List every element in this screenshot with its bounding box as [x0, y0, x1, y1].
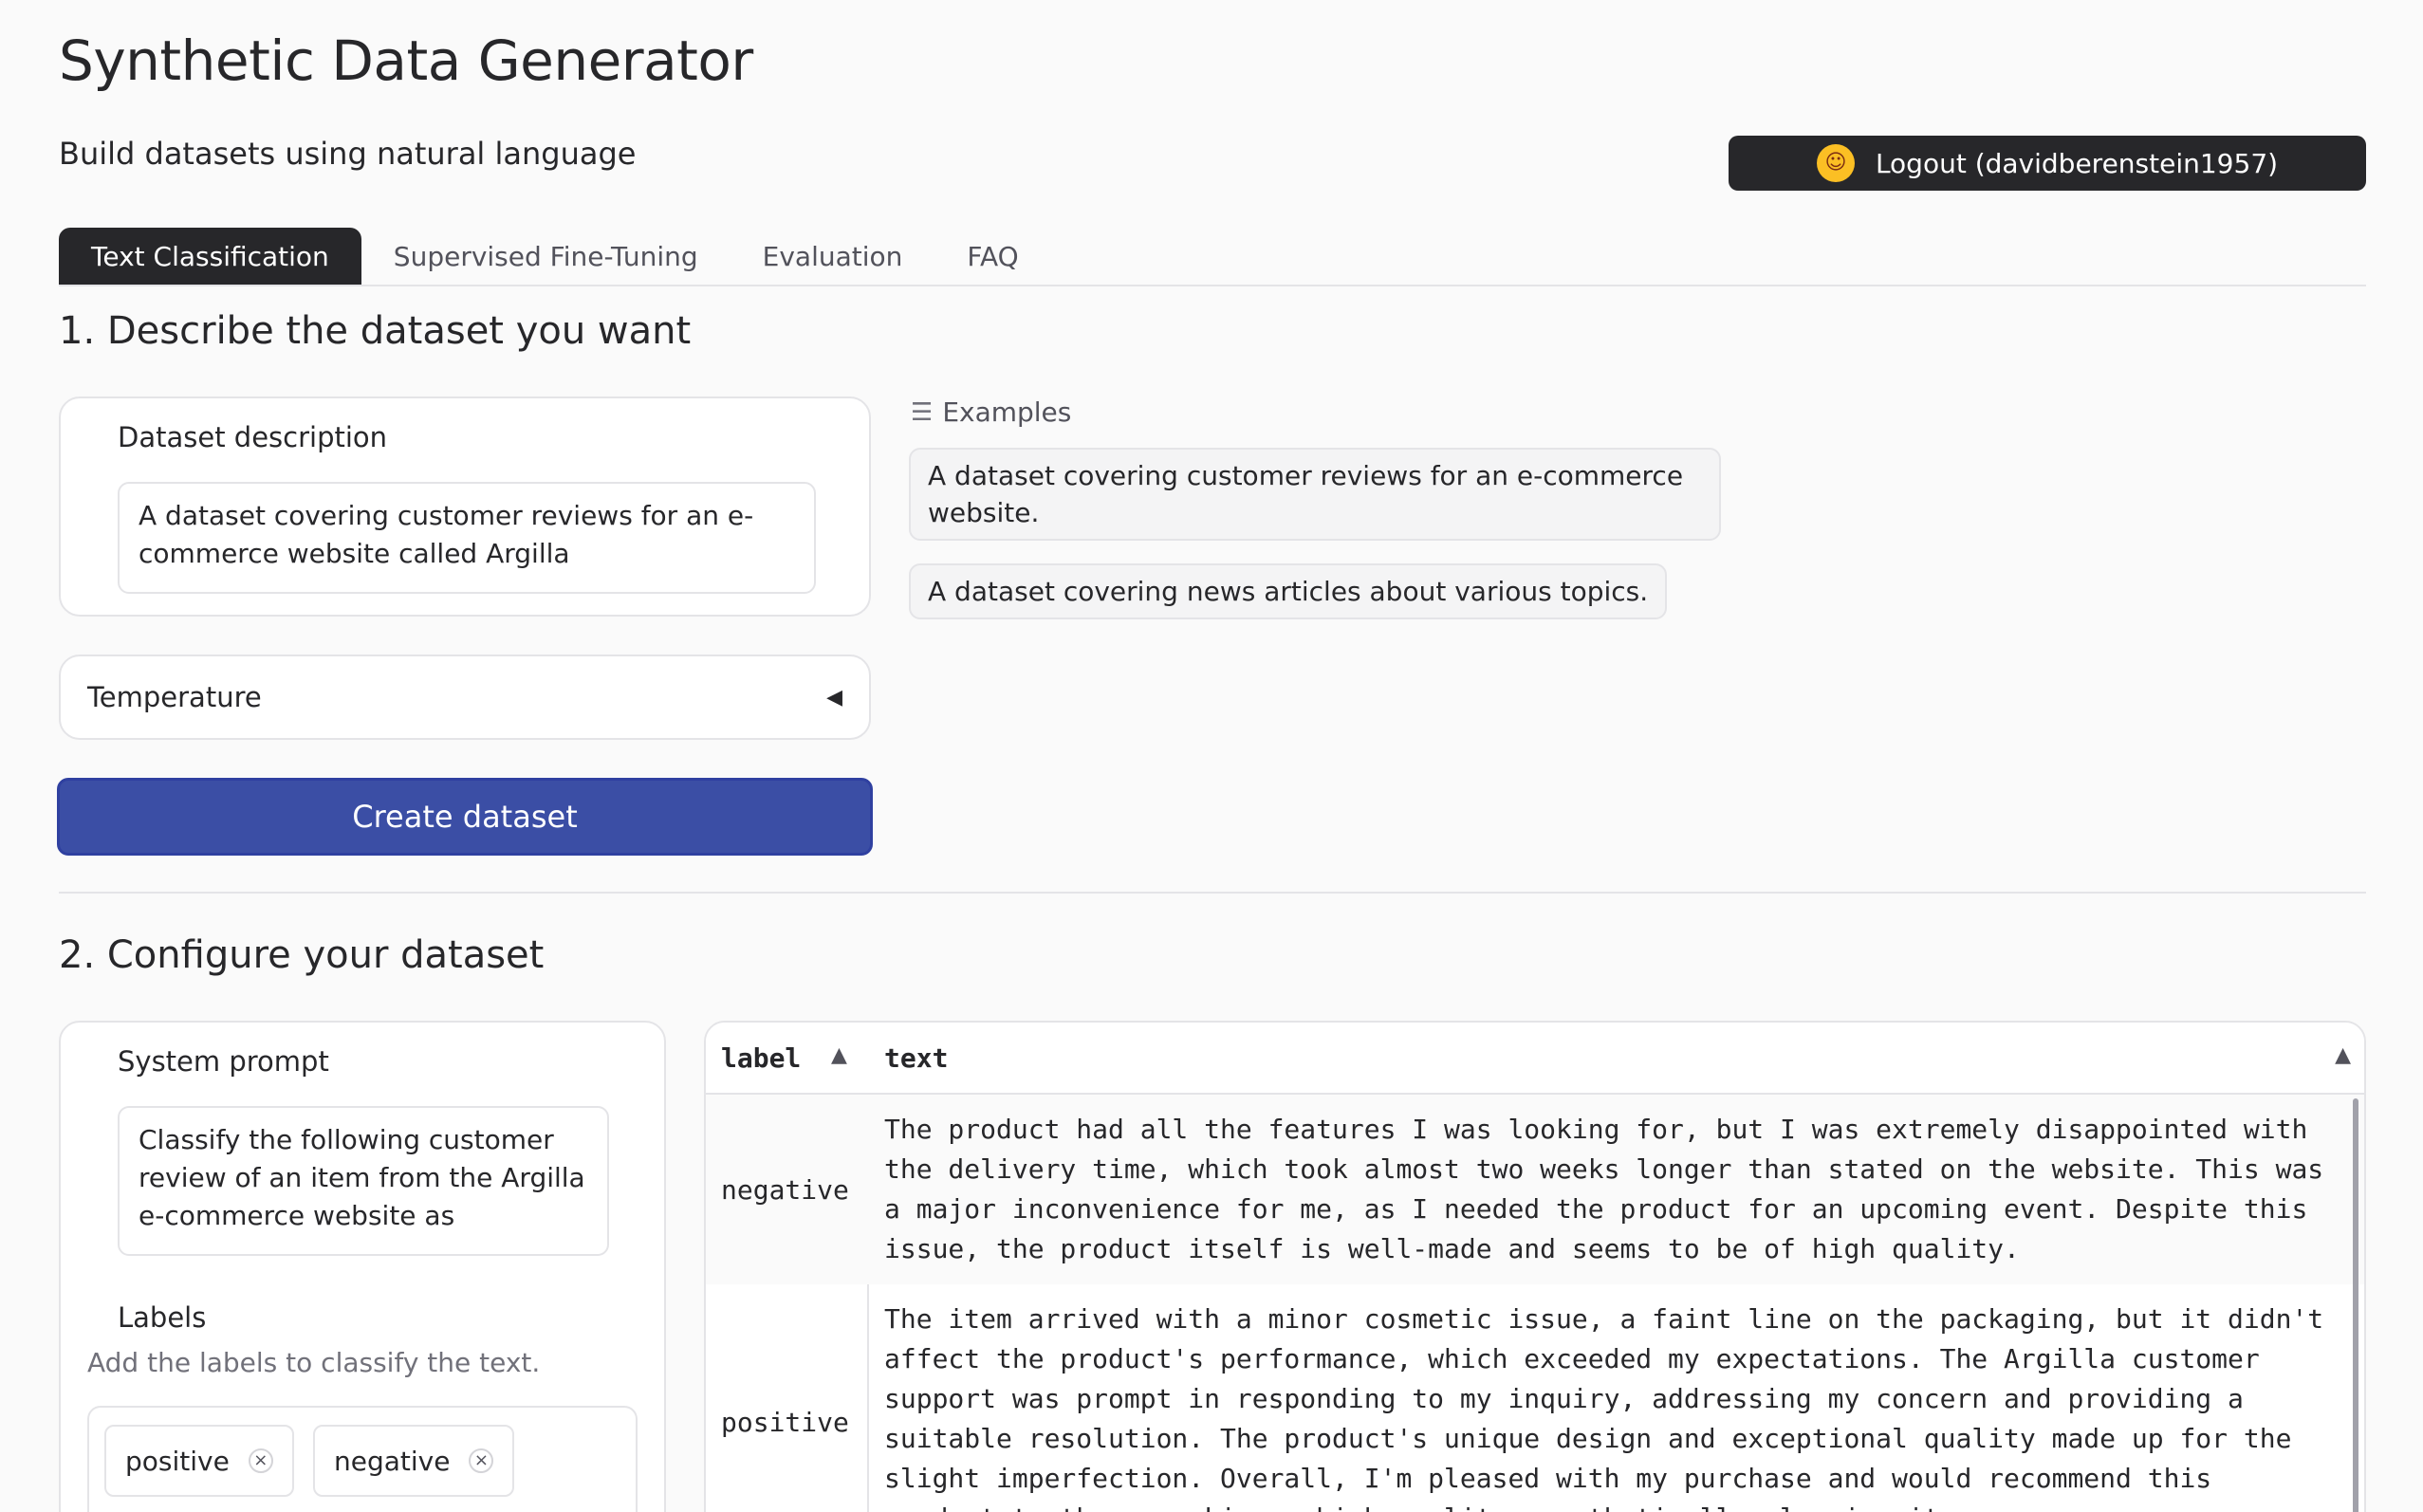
logout-label: Logout (davidberenstein1957) — [1875, 147, 2279, 179]
page-subtitle: Build datasets using natural language — [59, 136, 637, 172]
page-title: Synthetic Data Generator — [59, 28, 753, 93]
example-item[interactable]: A dataset covering news articles about v… — [909, 563, 1668, 619]
section-2-heading: 2. Configure your dataset — [59, 933, 545, 977]
label-chip-text: positive — [125, 1445, 230, 1477]
dataset-preview-table: label ▲ text ▲ negative The product had … — [704, 1021, 2366, 1512]
system-prompt-input[interactable]: Classify the following customer review o… — [118, 1106, 609, 1256]
remove-icon[interactable]: × — [469, 1448, 494, 1473]
dataset-description-label: Dataset description — [118, 421, 388, 453]
example-item[interactable]: A dataset covering customer reviews for … — [909, 448, 1721, 541]
app-page: Synthetic Data Generator Build datasets … — [0, 0, 2423, 1512]
labels-input[interactable]: positive × negative × — [87, 1406, 638, 1512]
column-header-text[interactable]: text — [869, 1023, 2292, 1093]
labels-label: Labels — [118, 1301, 207, 1334]
label-cell: positive — [721, 1406, 849, 1438]
examples-label: Examples — [942, 396, 1072, 428]
table-row[interactable]: negative The product had all the feature… — [706, 1095, 2364, 1284]
logout-button[interactable]: ☺ Logout (davidberenstein1957) — [1729, 136, 2366, 191]
table-scrollbar[interactable] — [2353, 1098, 2358, 1512]
tab-supervised-fine-tuning[interactable]: Supervised Fine-Tuning — [361, 228, 731, 285]
create-dataset-button[interactable]: Create dataset — [57, 778, 873, 856]
temperature-label: Temperature — [87, 681, 262, 713]
caret-left-icon: ◀ — [826, 685, 842, 710]
sort-icon[interactable]: ▲ — [831, 1043, 847, 1067]
list-icon: ☰ — [911, 397, 934, 427]
label-chip: negative × — [313, 1425, 515, 1497]
section-divider — [59, 892, 2366, 894]
tab-text-classification[interactable]: Text Classification — [59, 228, 361, 285]
label-chip-text: negative — [334, 1445, 451, 1477]
hugging-face-icon: ☺ — [1816, 144, 1855, 182]
section-1-heading: 1. Describe the dataset you want — [59, 309, 692, 353]
dataset-description-card: Dataset description A dataset covering c… — [59, 396, 871, 617]
tab-evaluation[interactable]: Evaluation — [731, 228, 935, 285]
label-chip: positive × — [104, 1425, 294, 1497]
tab-faq[interactable]: FAQ — [934, 228, 1050, 285]
label-cell: negative — [721, 1173, 849, 1206]
temperature-accordion[interactable]: Temperature ◀ — [59, 655, 871, 740]
tab-bar: Text Classification Supervised Fine-Tuni… — [59, 228, 2366, 286]
system-prompt-label: System prompt — [118, 1045, 329, 1078]
remove-icon[interactable]: × — [248, 1448, 273, 1473]
dataset-description-input[interactable]: A dataset covering customer reviews for … — [118, 482, 816, 594]
table-row[interactable]: positive The item arrived with a minor c… — [706, 1284, 2364, 1512]
labels-helper: Add the labels to classify the text. — [87, 1347, 541, 1378]
table-header: label ▲ text ▲ — [706, 1023, 2364, 1095]
examples-header: ☰ Examples — [911, 396, 1071, 428]
text-cell: The item arrived with a minor cosmetic i… — [884, 1303, 2324, 1512]
sort-icon[interactable]: ▲ — [2335, 1043, 2351, 1067]
text-cell: The product had all the features I was l… — [884, 1114, 2340, 1264]
